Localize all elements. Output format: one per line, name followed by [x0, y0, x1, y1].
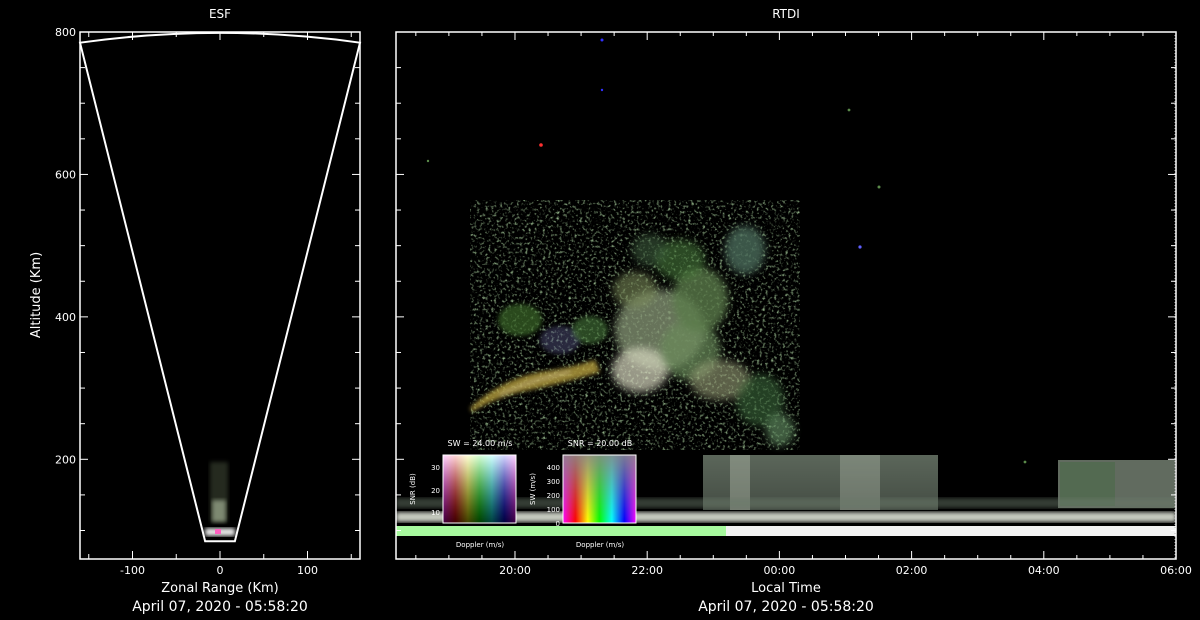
esf-panel: 200 400 600 800 -100 0 100 ESF Zonal Range (Km… — [29, 7, 362, 615]
rtdi-xlabel: Local Time — [751, 581, 821, 596]
esf-ticks: 200 400 600 800 -100 0 100 — [55, 26, 360, 577]
esf-title: ESF — [209, 7, 231, 21]
rtdi-xtick-label: 20:00 — [499, 564, 531, 577]
esf-ytick-label: 600 — [55, 168, 76, 181]
esf-ytick-label: 400 — [55, 311, 76, 324]
rtdi-xtick-label: 04:00 — [1028, 564, 1060, 577]
esf-timestamp: April 07, 2020 - 05:58:20 — [132, 599, 308, 615]
legend-snr-ytick-20: 20 — [431, 487, 440, 495]
rtdi-xtick-label: 22:00 — [631, 564, 663, 577]
legend-sw-ylabel: SW (m/s) — [529, 473, 537, 505]
rtdi-xtick-label: 02:00 — [896, 564, 928, 577]
legend-sw-ytick-100: 100 — [547, 506, 560, 514]
rtdi-panel: SW = 24.00 m/s SNR (dB) Doppler (m/s) 10… — [395, 7, 1192, 615]
rtdi-timestamp: April 07, 2020 - 05:58:20 — [698, 599, 874, 615]
legend-sw-title: SNR = 20.00 dB — [568, 439, 632, 448]
legend-sw-ytick-300: 300 — [547, 478, 560, 486]
esf-xtick-label: 100 — [297, 564, 318, 577]
legend-snr-ytick-30: 30 — [431, 464, 440, 472]
legend-sw-xlabel: Doppler (m/s) — [576, 541, 624, 549]
legend-snr-xlabel: Doppler (m/s) — [456, 541, 504, 549]
esf-xtick-label: -100 — [120, 564, 145, 577]
esf-echo-region — [205, 462, 235, 536]
legend-sw-ytick-200: 200 — [547, 492, 560, 500]
rtdi-xtick-label: 06:00 — [1160, 564, 1192, 577]
figure: 200400600800-100 0 100 ESF Zonal Range (Km… — [29, 7, 1192, 615]
legend-sw-ytick-0: 0 — [556, 520, 560, 528]
legend-snr-ytick-10: 10 — [431, 509, 440, 517]
legend-snr-title: SW = 24.00 m/s — [448, 439, 513, 448]
rtdi-title: RTDI — [772, 7, 800, 21]
rtdi-xtick-label: 00:00 — [764, 564, 796, 577]
esf-xtick-label: 0 — [217, 564, 224, 577]
legend-snr-ylabel: SNR (dB) — [409, 473, 417, 505]
esf-ytick-label: 800 — [55, 26, 76, 39]
legend-sw-ytick-400: 400 — [547, 464, 560, 472]
esf-ytick-label: 200 — [55, 453, 76, 466]
esf-ylabel: Altitude (Km) — [29, 252, 44, 338]
esf-xlabel: Zonal Range (Km) — [161, 581, 278, 596]
